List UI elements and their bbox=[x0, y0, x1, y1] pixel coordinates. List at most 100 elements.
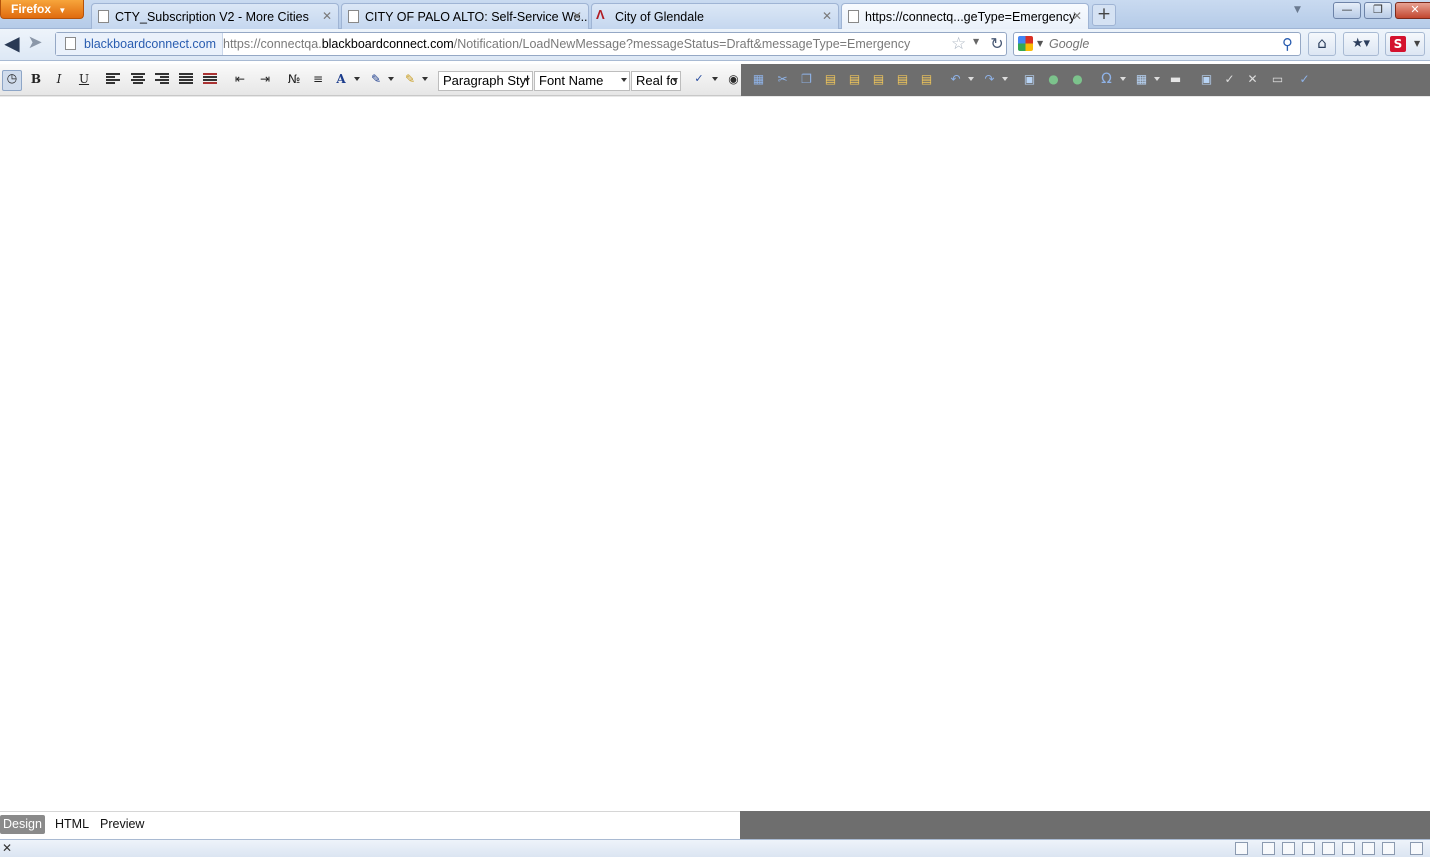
font-name-select[interactable]: Font Name bbox=[534, 71, 630, 91]
chevron-down-icon[interactable] bbox=[712, 77, 718, 81]
chevron-down-icon[interactable] bbox=[1120, 77, 1126, 81]
indent-icon[interactable]: ⇥ bbox=[257, 72, 273, 90]
reload-icon[interactable]: ↻ bbox=[988, 34, 1006, 53]
status-bar: ✕ bbox=[0, 839, 1430, 857]
bullet-list-icon[interactable]: ≡ bbox=[310, 72, 326, 90]
chevron-down-icon[interactable] bbox=[968, 77, 974, 81]
tab-title: CTY_Subscription V2 - More Cities bbox=[115, 10, 309, 24]
close-icon[interactable]: ✕ bbox=[1072, 9, 1082, 23]
back-arrow-icon[interactable]: ◀ bbox=[0, 31, 24, 57]
url-prefix: https://connectqa. bbox=[223, 37, 322, 51]
insert-table-icon[interactable]: ▦ bbox=[1134, 72, 1149, 87]
chevron-down-icon[interactable] bbox=[1002, 77, 1008, 81]
forward-arrow-icon[interactable]: ➤ bbox=[24, 31, 46, 57]
spellcheck-icon[interactable]: ✓ bbox=[690, 72, 708, 90]
edit-icon[interactable] bbox=[1262, 842, 1275, 855]
restore-button[interactable]: ❐ bbox=[1364, 2, 1392, 19]
site-identity-button[interactable]: blackboardconnect.com bbox=[56, 33, 224, 55]
highlight-color-icon[interactable]: ✎ bbox=[368, 72, 384, 90]
bold-icon[interactable]: B bbox=[29, 72, 43, 90]
image-properties-icon[interactable]: ▣ bbox=[1199, 72, 1214, 87]
paste-from-word-icon[interactable]: ▤ bbox=[847, 72, 862, 87]
outdent-icon[interactable]: ⇤ bbox=[232, 72, 248, 90]
align-center-icon[interactable] bbox=[131, 73, 145, 85]
align-right-icon[interactable] bbox=[155, 73, 169, 85]
select-all-icon[interactable]: ▦ bbox=[751, 72, 766, 87]
firefox-menu-button[interactable]: Firefox ▼ bbox=[0, 0, 84, 19]
hyperlink-manager-icon[interactable]: ● bbox=[1046, 72, 1061, 87]
editor-content-area[interactable] bbox=[0, 96, 1430, 810]
window-close-button[interactable]: ✕ bbox=[1395, 2, 1430, 19]
undo-icon[interactable]: ↶ bbox=[948, 72, 963, 87]
close-icon[interactable]: ✕ bbox=[572, 9, 582, 23]
addon-s-button[interactable]: S ▼ bbox=[1385, 32, 1425, 56]
url-bar[interactable]: blackboardconnect.com https://connectqa.… bbox=[55, 32, 1007, 56]
numbered-list-icon[interactable]: № bbox=[286, 72, 302, 90]
tab-html[interactable]: HTML bbox=[52, 815, 92, 834]
horizontal-rule-icon[interactable]: ▬ bbox=[1168, 72, 1183, 87]
italic-icon[interactable]: I bbox=[52, 72, 66, 90]
bookmarks-menu-button[interactable]: ★▾ bbox=[1343, 32, 1379, 56]
copy-icon[interactable]: ❐ bbox=[799, 72, 814, 87]
tab-design[interactable]: Design bbox=[0, 815, 45, 834]
format-clean-icon[interactable]: ✓ bbox=[1222, 72, 1237, 87]
chevron-down-icon[interactable] bbox=[388, 77, 394, 81]
tools-icon[interactable] bbox=[1410, 842, 1423, 855]
tab-palo-alto[interactable]: CITY OF PALO ALTO: Self-Service We... ✕ bbox=[341, 3, 589, 29]
remove-format-icon[interactable]: ✕ bbox=[1245, 72, 1260, 87]
search-engine-dropdown-icon[interactable]: ▼ bbox=[1037, 39, 1043, 48]
refresh-icon[interactable] bbox=[1342, 842, 1355, 855]
toggle-screen-icon[interactable]: ▭ bbox=[1270, 72, 1285, 87]
paste-icon[interactable]: ▤ bbox=[823, 72, 838, 87]
remove-alignment-icon[interactable] bbox=[203, 73, 217, 85]
tab-cty-subscription[interactable]: CTY_Subscription V2 - More Cities ✕ bbox=[91, 3, 339, 29]
paste-plain-text-icon[interactable]: ▤ bbox=[895, 72, 910, 87]
browser-titlebar: Firefox ▼ CTY_Subscription V2 - More Cit… bbox=[0, 0, 1430, 30]
paste-from-word-strip-icon[interactable]: ▤ bbox=[871, 72, 886, 87]
chevron-down-icon[interactable] bbox=[422, 77, 428, 81]
search-input[interactable] bbox=[1049, 35, 1274, 53]
select-mode-icon[interactable]: ◷ bbox=[2, 70, 22, 91]
history-dropdown-icon[interactable]: ▼ bbox=[973, 37, 979, 46]
chevron-down-icon[interactable] bbox=[1154, 77, 1160, 81]
new-tab-button[interactable]: + bbox=[1092, 4, 1116, 26]
remove-link-icon[interactable]: ● bbox=[1070, 72, 1085, 87]
minimize-button[interactable]: — bbox=[1333, 2, 1361, 19]
chart-icon[interactable] bbox=[1382, 842, 1395, 855]
format-stripper-icon[interactable]: ✎ bbox=[402, 72, 418, 90]
chevron-down-icon[interactable] bbox=[354, 77, 360, 81]
folder-icon[interactable] bbox=[1362, 842, 1375, 855]
search-bar[interactable]: ▼ ⚲ bbox=[1013, 32, 1301, 56]
paste-html-icon[interactable]: ▤ bbox=[919, 72, 934, 87]
tab-city-of-glendale[interactable]: Λ City of Glendale ✕ bbox=[591, 3, 839, 29]
page-info-icon[interactable] bbox=[1235, 842, 1248, 855]
google-logo-icon[interactable] bbox=[1018, 36, 1033, 51]
search-icon[interactable]: ⚲ bbox=[1282, 35, 1293, 53]
paragraph-style-select[interactable]: Paragraph Styl bbox=[438, 71, 533, 91]
redo-icon[interactable]: ↷ bbox=[982, 72, 997, 87]
special-characters-icon[interactable]: Ω bbox=[1099, 72, 1114, 87]
tab-preview[interactable]: Preview bbox=[97, 815, 147, 834]
close-icon[interactable]: ✕ bbox=[822, 9, 832, 23]
chevron-down-icon: ▼ bbox=[1414, 39, 1421, 48]
tab-list-chevron-icon[interactable]: ▼ bbox=[1294, 5, 1301, 15]
align-justify-icon[interactable] bbox=[179, 73, 193, 85]
home-button[interactable]: ⌂ bbox=[1308, 32, 1336, 56]
url-text[interactable]: https://connectqa.blackboardconnect.com/… bbox=[223, 37, 910, 51]
find-replace-icon[interactable]: ◉ bbox=[726, 72, 741, 90]
font-size-select[interactable]: Real fo bbox=[631, 71, 681, 91]
align-left-icon[interactable] bbox=[106, 73, 120, 85]
close-icon[interactable]: ✕ bbox=[2, 841, 12, 855]
tab-emergency-message[interactable]: https://connectq...geType=Emergency ✕ bbox=[841, 3, 1089, 30]
save-icon[interactable] bbox=[1302, 842, 1315, 855]
underline-icon[interactable]: U bbox=[77, 72, 91, 90]
close-icon[interactable]: ✕ bbox=[322, 9, 332, 23]
network-icon[interactable] bbox=[1282, 842, 1295, 855]
module-manager-icon[interactable]: ✓ bbox=[1297, 72, 1312, 87]
bookmark-star-icon[interactable]: ☆ bbox=[951, 34, 966, 54]
cut-icon[interactable]: ✂ bbox=[775, 72, 790, 87]
print-icon[interactable] bbox=[1322, 842, 1335, 855]
font-color-icon[interactable]: A bbox=[334, 72, 348, 90]
image-manager-icon[interactable]: ▣ bbox=[1022, 72, 1037, 87]
page-icon bbox=[98, 10, 109, 23]
